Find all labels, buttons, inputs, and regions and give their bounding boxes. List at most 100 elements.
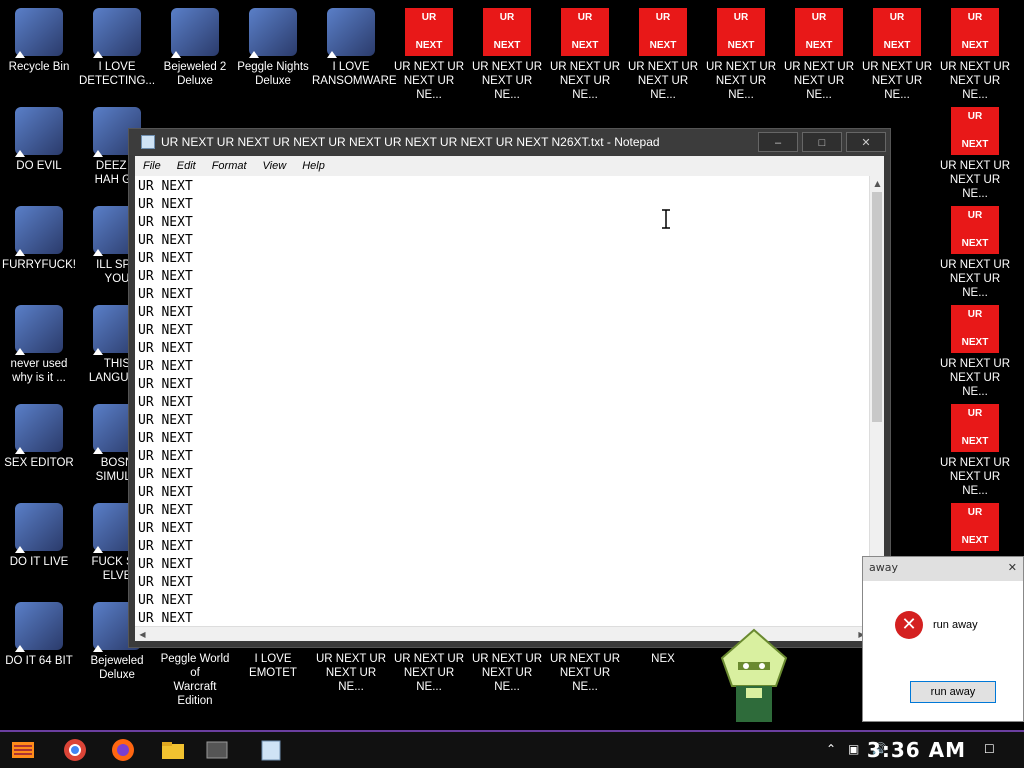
ur-next-shortcut[interactable]: UR NEXT UR NEXT UR NEXT UR NE... [936, 8, 1014, 102]
tile-bottom-text: NEXT [961, 535, 989, 546]
desktop-icon-label: UR NEXT UR NEXT UR NE... [393, 61, 465, 101]
shortcut-arrow-icon [15, 447, 25, 454]
ur-next-shortcut[interactable]: UR NEXT UR NEXT UR NEXT UR NE... [936, 305, 1014, 399]
tile-top-text: UR [967, 12, 983, 23]
ur-next-shortcut[interactable]: UR NEXT UR NEXT UR NEXT UR NE... [546, 8, 624, 102]
menu-help[interactable]: Help [294, 160, 333, 172]
desktop-icon-col1[interactable]: FURRYFUCK! [0, 206, 78, 272]
tile-bottom-text: NEXT [805, 40, 833, 51]
run-away-button[interactable]: run away [910, 681, 996, 703]
minimize-button[interactable]: – [758, 132, 798, 152]
desktop-icon-label: Peggle Nights Deluxe [237, 61, 309, 87]
notepad-menu-bar: File Edit Format View Help [135, 156, 884, 176]
desktop-icon-col2[interactable]: I LOVE DETECTING... [78, 8, 156, 88]
menu-file[interactable]: File [135, 160, 169, 172]
shortcut-arrow-icon [93, 348, 103, 355]
desktop-icon-bottom[interactable]: I LOVE EMOTET [234, 652, 312, 680]
notepad-title-bar[interactable]: UR NEXT UR NEXT UR NEXT UR NEXT UR NEXT … [129, 129, 890, 155]
menu-edit[interactable]: Edit [169, 160, 204, 172]
dialog-body: ✕ run away run away [863, 581, 1023, 721]
ur-next-shortcut[interactable]: UR NEXT UR NEXT UR NEXT UR NE... [624, 8, 702, 102]
notepad-text-area[interactable]: UR NEXT UR NEXT UR NEXT UR NEXT UR NEXT UR NE… [135, 176, 884, 641]
desktop-icon-col1[interactable]: DO IT LIVE [0, 503, 78, 569]
desktop-icon-bottom[interactable]: Peggle World of Warcraft Edition [156, 652, 234, 708]
scroll-up-icon[interactable]: ▲ [870, 176, 885, 191]
tray-chevron-icon[interactable]: ⌃ [826, 742, 836, 756]
desktop-icon-top[interactable]: Bejeweled 2 Deluxe [156, 8, 234, 88]
tile-top-text: UR [967, 507, 983, 518]
desktop-icon-bottom[interactable]: UR NEXT UR NEXT UR NE... [312, 652, 390, 694]
ur-next-shortcut[interactable]: UR NEXT UR NEXT UR NEXT UR NE... [936, 206, 1014, 300]
ur-next-shortcut[interactable]: UR NEXT UR NEXT UR NEXT UR NE... [702, 8, 780, 102]
desktop-icon-label: I LOVE RANSOMWARE [312, 61, 397, 87]
maximize-button[interactable]: □ [802, 132, 842, 152]
tile-top-text: UR [967, 111, 983, 122]
ur-next-tile-icon: UR NEXT [951, 503, 999, 551]
ur-next-shortcut[interactable]: UR NEXT UR NEXT UR NEXT UR NE... [468, 8, 546, 102]
text-line: UR NEXT [138, 233, 193, 248]
firefox-icon [15, 206, 63, 256]
desktop-icon-bottom[interactable]: UR NEXT UR NEXT UR NE... [546, 652, 624, 694]
menu-view[interactable]: View [255, 160, 295, 172]
desktop-icon-top[interactable]: Peggle Nights Deluxe [234, 8, 312, 88]
desktop-icon-bottom[interactable]: NEX [624, 652, 702, 666]
ur-next-shortcut[interactable]: UR NEXT UR NEXT UR NEXT UR NE... [858, 8, 936, 102]
close-button[interactable]: ✕ [846, 132, 886, 152]
notepad-content[interactable]: UR NEXT UR NEXT UR NEXT UR NEXT UR NEXT UR NE… [138, 178, 193, 628]
ur-next-tile-icon: UR NEXT [483, 8, 531, 56]
desktop-icon-label: UR NEXT UR NEXT UR NE... [705, 61, 777, 101]
scroll-left-icon[interactable]: ◀ [135, 627, 150, 642]
notification-icon[interactable]: ☐ [984, 742, 995, 756]
ur-next-tile-icon: UR NEXT [951, 8, 999, 56]
error-icon: ✕ [895, 611, 923, 639]
text-line: UR NEXT [138, 269, 193, 284]
desktop-icon-label: UR NEXT UR NEXT UR NE... [861, 61, 933, 101]
taskbar-firefox-icon[interactable] [108, 736, 138, 764]
desktop-icon-label: Bejeweled Deluxe [90, 655, 144, 681]
tile-bottom-text: NEXT [649, 40, 677, 51]
desktop-icon-col1[interactable]: never used why is it ... [0, 305, 78, 385]
dialog-title-bar[interactable]: away ✕ [863, 557, 1023, 581]
desktop-icon-label: Bejeweled 2 Deluxe [163, 61, 227, 87]
ur-next-tile-icon: UR NEXT [951, 404, 999, 452]
shortcut-arrow-icon [249, 51, 259, 58]
de-icon [93, 8, 141, 58]
taskbar-chrome-icon[interactable] [60, 736, 90, 764]
tile-top-text: UR [811, 12, 827, 23]
desktop-icon-label: UR NEXT UR NEXT UR NE... [939, 457, 1011, 497]
notepad-window[interactable]: UR NEXT UR NEXT UR NEXT UR NEXT UR NEXT … [128, 128, 891, 648]
desktop-icon-bottom[interactable]: UR NEXT UR NEXT UR NE... [390, 652, 468, 694]
ur-next-shortcut[interactable]: UR NEXT UR NEXT UR NEXT UR NE... [936, 107, 1014, 201]
shortcut-arrow-icon [93, 447, 103, 454]
scrollbar-thumb[interactable] [872, 192, 882, 422]
hxd-icon [15, 404, 63, 454]
text-line: UR NEXT [138, 305, 193, 320]
tile-top-text: UR [967, 309, 983, 320]
desktop-icon-col1[interactable]: DO IT 64 BIT [0, 602, 78, 668]
error-dialog[interactable]: away ✕ ✕ run away run away [862, 556, 1024, 722]
tile-bottom-text: NEXT [961, 337, 989, 348]
network-icon[interactable]: ▣ [848, 742, 859, 756]
taskbar-clock[interactable]: 3:36 AM [867, 738, 966, 762]
desktop-icon-label: UR NEXT UR NEXT UR NE... [939, 61, 1011, 101]
desktop-icon-col1[interactable]: SEX EDITOR [0, 404, 78, 470]
desktop-icon-col1[interactable]: DO EVIL [0, 107, 78, 173]
menu-format[interactable]: Format [204, 160, 255, 172]
tile-bottom-text: NEXT [727, 40, 755, 51]
text-line: UR NEXT [138, 287, 193, 302]
ur-next-shortcut[interactable]: UR NEXT UR NEXT UR NEXT UR NE... [390, 8, 468, 102]
desktop-icon-bottom[interactable]: UR NEXT UR NEXT UR NE... [468, 652, 546, 694]
ur-next-shortcut[interactable]: UR NEXT UR NEXT UR NEXT UR NE... [780, 8, 858, 102]
taskbar-explorer-icon[interactable] [158, 736, 188, 764]
text-line: UR NEXT [138, 359, 193, 374]
taskbar-notepad-icon[interactable] [256, 736, 286, 764]
desktop-icon-top[interactable]: I LOVE RANSOMWARE [312, 8, 397, 88]
taskbar-app-icon[interactable] [202, 736, 232, 764]
desktop-icon-col1[interactable]: Recycle Bin [0, 8, 78, 74]
ur-next-tile-icon: UR NEXT [795, 8, 843, 56]
desktop-icon-label: Peggle World of Warcraft Edition [160, 653, 230, 707]
shortcut-arrow-icon [15, 249, 25, 256]
dialog-close-icon[interactable]: ✕ [1008, 561, 1017, 577]
start-button-icon[interactable] [8, 736, 38, 764]
ur-next-shortcut[interactable]: UR NEXT UR NEXT UR NEXT UR NE... [936, 404, 1014, 498]
